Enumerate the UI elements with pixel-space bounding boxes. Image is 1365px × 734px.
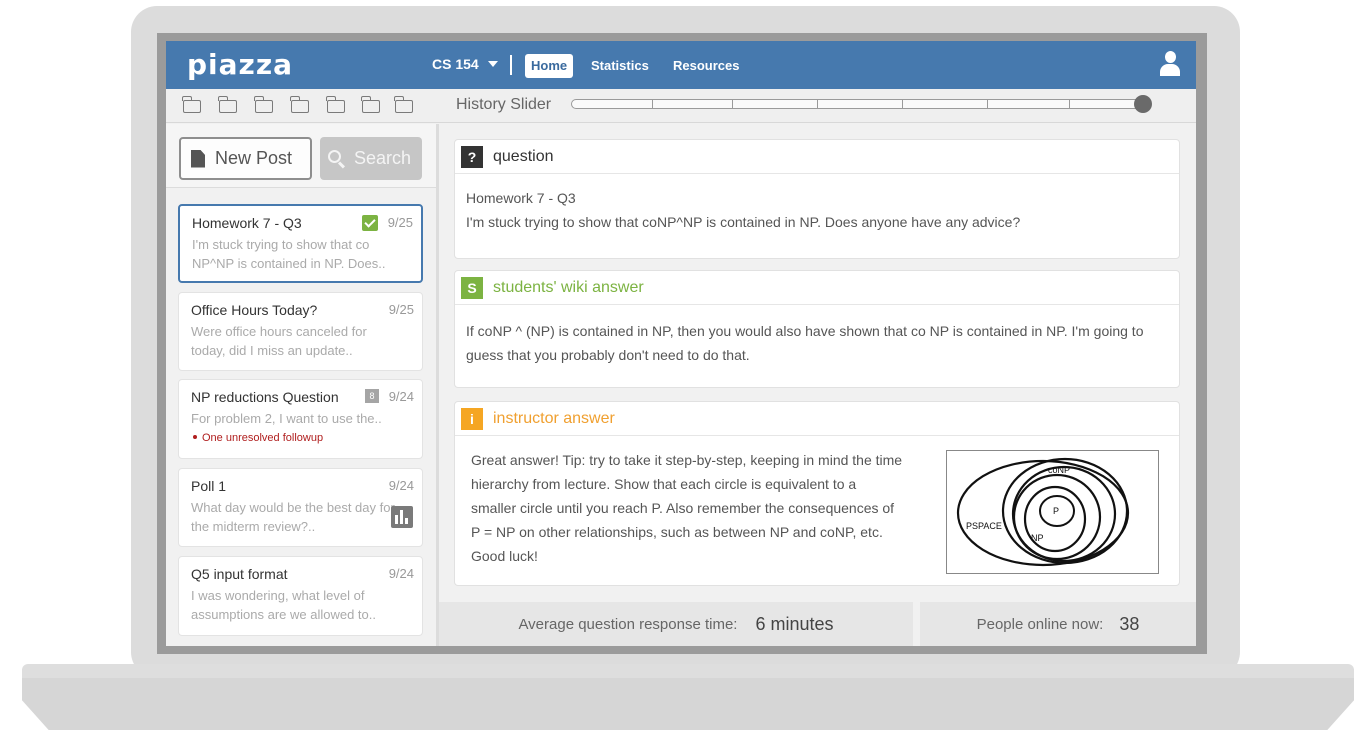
post-snippet: I was wondering, what level of assumptio… xyxy=(191,588,376,622)
user-profile-icon[interactable] xyxy=(1159,51,1181,77)
student-answer-header: S students' wiki answer xyxy=(455,271,1179,305)
p-label: P xyxy=(1053,506,1059,516)
folder-icon[interactable] xyxy=(361,96,380,113)
online-label: People online now: xyxy=(976,615,1104,633)
search-label: Search xyxy=(354,148,412,168)
folder-icon[interactable] xyxy=(182,96,201,113)
info-icon: i xyxy=(461,407,483,430)
post-snippet: Were office hours canceled for today, di… xyxy=(191,324,367,358)
online-count-stat: People online now: 38 xyxy=(920,602,1196,646)
conp-label: coNP xyxy=(1048,465,1070,475)
post-snippet: I'm stuck trying to show that co NP^NP i… xyxy=(192,237,386,271)
bullet-dot-icon xyxy=(193,435,197,440)
instructor-answer-label: instructor answer xyxy=(493,409,615,427)
folder-icon[interactable] xyxy=(218,96,237,113)
response-time-stat: Average question response time: 6 minute… xyxy=(439,602,913,646)
post-actions-bar: New Post Search xyxy=(166,124,436,188)
student-answer-label: students' wiki answer xyxy=(493,278,644,296)
complexity-venn-diagram: PSPACE coNP NP P xyxy=(946,450,1159,574)
post-snippet: For problem 2, I want to use the.. xyxy=(191,411,382,426)
post-list-item[interactable]: NP reductions Question 8 9/24 For proble… xyxy=(178,379,423,459)
venn-diagram-svg: PSPACE coNP NP P xyxy=(956,457,1130,567)
question-mark-icon: ? xyxy=(461,145,483,168)
question-panel: ? question Homework 7 - Q3 I'm stuck try… xyxy=(454,139,1180,259)
response-time-label: Average question response time: xyxy=(518,615,738,633)
instructor-answer-header: i instructor answer xyxy=(455,402,1179,436)
question-title: Homework 7 - Q3 xyxy=(466,190,576,206)
post-date: 9/25 xyxy=(388,302,414,317)
post-list-item[interactable]: Poll 1 9/24 What day would be the best d… xyxy=(178,468,423,547)
folder-icon[interactable] xyxy=(326,96,345,113)
question-label: question xyxy=(493,147,554,165)
history-slider-track[interactable] xyxy=(571,99,1151,109)
app-screen: piazza CS 154 Home Statistics Resources … xyxy=(166,41,1196,646)
post-list-item[interactable]: Office Hours Today? 9/25 Were office hou… xyxy=(178,292,423,371)
np-label: NP xyxy=(1031,533,1044,543)
pspace-label: PSPACE xyxy=(966,521,1002,531)
laptop-base-edge xyxy=(22,664,1354,678)
folder-icon[interactable] xyxy=(394,96,413,113)
chevron-down-icon xyxy=(487,61,498,67)
tab-home[interactable]: Home xyxy=(525,54,574,78)
history-slider-label: History Slider xyxy=(456,96,552,113)
instructor-answer-panel: i instructor answer Great answer! Tip: t… xyxy=(454,401,1180,586)
post-list-item[interactable]: Homework 7 - Q3 9/25 I'm stuck trying to… xyxy=(178,204,423,283)
student-answer-text: If coNP ^ (NP) is contained in NP, then … xyxy=(466,323,1144,363)
post-title: Office Hours Today? xyxy=(191,302,318,318)
tab-statistics[interactable]: Statistics xyxy=(585,54,655,78)
instructor-answer-text: Great answer! Tip: try to take it step-b… xyxy=(471,452,903,564)
search-icon xyxy=(328,149,346,169)
post-date: 9/25 xyxy=(387,215,413,230)
unresolved-followup-notice: One unresolved followup xyxy=(191,432,410,444)
folder-bar: History Slider xyxy=(166,89,1196,123)
history-slider-handle[interactable] xyxy=(1134,95,1152,113)
course-label: CS 154 xyxy=(432,56,479,72)
post-title: Q5 input format xyxy=(191,566,288,582)
count-badge: 8 xyxy=(365,389,379,403)
tab-resources[interactable]: Resources xyxy=(667,54,745,78)
checkmark-icon xyxy=(362,215,378,231)
new-post-button[interactable]: New Post xyxy=(179,137,312,180)
post-detail-area: ? question Homework 7 - Q3 I'm stuck try… xyxy=(439,124,1196,646)
response-time-value: 6 minutes xyxy=(755,613,834,634)
document-icon xyxy=(191,149,205,168)
post-date: 9/24 xyxy=(388,566,414,581)
post-date: 9/24 xyxy=(388,389,414,404)
question-header: ? question xyxy=(455,140,1179,174)
poll-chart-icon xyxy=(391,506,413,528)
piazza-logo[interactable]: piazza xyxy=(187,48,293,81)
student-badge-icon: S xyxy=(461,276,483,299)
post-list-item[interactable]: Q5 input format 9/24 I was wondering, wh… xyxy=(178,556,423,636)
folder-icon[interactable] xyxy=(254,96,273,113)
student-answer-panel: S students' wiki answer If coNP ^ (NP) i… xyxy=(454,270,1180,388)
question-body: Homework 7 - Q3 I'm stuck trying to show… xyxy=(455,174,1179,242)
online-value: 38 xyxy=(1119,613,1140,634)
course-selector[interactable]: CS 154 xyxy=(432,56,498,72)
question-text: I'm stuck trying to show that coNP^NP is… xyxy=(466,214,1021,230)
new-post-label: New Post xyxy=(215,148,293,168)
post-list-column: New Post Search Homework 7 - Q3 9/25 I'm… xyxy=(166,124,436,646)
folder-icon[interactable] xyxy=(290,96,309,113)
post-date: 9/24 xyxy=(388,478,414,493)
nav-divider xyxy=(510,55,512,75)
post-snippet: What day would be the best day for the m… xyxy=(191,500,395,534)
search-button[interactable]: Search xyxy=(320,137,422,180)
top-nav-bar: piazza CS 154 Home Statistics Resources xyxy=(166,41,1196,89)
followup-label: One unresolved followup xyxy=(202,432,324,444)
post-title: Poll 1 xyxy=(191,478,227,494)
